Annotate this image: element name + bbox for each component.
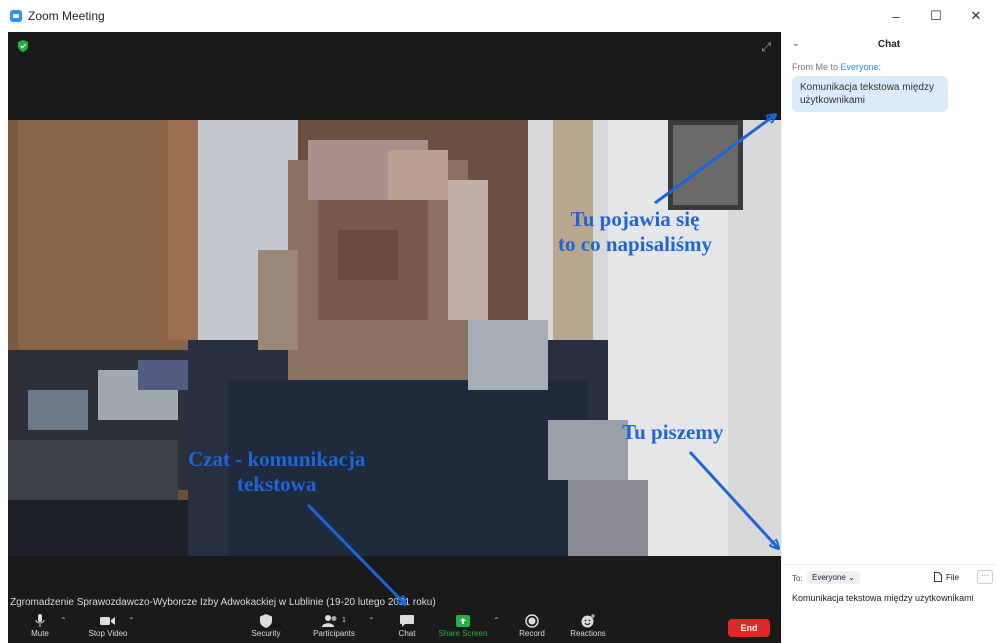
pixelated-video-frame (8, 120, 781, 556)
annotation-chat-explanation-line2: tekstowa (237, 472, 317, 497)
participants-icon: 1 (322, 612, 346, 629)
participants-options-chevron-icon[interactable]: ⌃ (368, 616, 375, 625)
from-suffix: : (878, 62, 882, 72)
chat-label: Chat (398, 629, 416, 638)
shield-icon (260, 612, 272, 629)
from-prefix: From Me to (792, 62, 841, 72)
recipient-value: Everyone (812, 573, 846, 582)
to-label: To: (792, 574, 803, 583)
from-recipient[interactable]: Everyone (841, 62, 879, 72)
chat-compose-area: To: Everyone ⌄ File ··· Komunikacja teks… (782, 564, 996, 603)
record-button[interactable]: Record (502, 612, 562, 643)
microphone-icon (35, 612, 45, 629)
minimize-button[interactable]: – (876, 0, 916, 32)
share-screen-icon (456, 612, 470, 629)
maximize-button[interactable]: ☐ (916, 0, 956, 32)
video-camera-icon (100, 612, 116, 629)
security-label: Security (251, 629, 281, 638)
zoom-logo-icon (10, 10, 22, 22)
window-controls: – ☐ ✕ (876, 0, 996, 32)
chevron-down-icon[interactable]: ⌄ (792, 38, 800, 49)
record-icon (525, 612, 539, 629)
recipient-row: To: Everyone ⌄ File ··· (782, 565, 996, 591)
participant-video (8, 120, 781, 556)
video-options-chevron-icon[interactable]: ⌃ (128, 616, 135, 625)
file-button[interactable]: File (934, 572, 959, 582)
meeting-topic: Zgromadzenie Sprawozdawczo-Wyborcze Izby… (10, 597, 436, 608)
recipient-select[interactable]: Everyone ⌄ (807, 571, 860, 584)
file-label: File (946, 572, 959, 582)
annotation-chat-explanation-line1: Czat - komunikacja (188, 447, 366, 471)
participants-label: Participants (313, 629, 355, 638)
chevron-down-icon: ⌄ (848, 573, 855, 582)
message-sender-line: From Me to Everyone: (792, 62, 996, 72)
reactions-smiley-icon (581, 612, 596, 629)
more-options-button[interactable]: ··· (977, 570, 993, 584)
chat-message-bubble: Komunikacja tekstowa między użytkownikam… (792, 76, 948, 112)
video-area: ⤢ Zgromadzenie Sprawozdawczo-Wyborcze Iz… (8, 32, 781, 612)
share-screen-label: Share Screen (438, 629, 488, 638)
annotation-type-here: Tu piszemy (622, 420, 724, 444)
annotation-chat-explanation: Czat - komunikacja tekstowa (188, 447, 365, 497)
share-screen-button[interactable]: Share Screen (433, 612, 493, 643)
audio-options-chevron-icon[interactable]: ⌃ (60, 616, 67, 625)
shield-icon[interactable] (18, 40, 28, 52)
share-options-chevron-icon[interactable]: ⌃ (493, 616, 500, 625)
end-meeting-button[interactable]: End (728, 619, 770, 637)
chat-header: ⌄ Chat (782, 32, 996, 56)
chat-button[interactable]: Chat (377, 612, 437, 643)
mute-label: Mute (31, 629, 49, 638)
fullscreen-icon[interactable]: ⤢ (761, 40, 771, 55)
reactions-button[interactable]: Reactions (558, 612, 618, 643)
annotation-chat-history-line1: Tu pojawia się (570, 207, 700, 231)
participants-count: 1 (342, 617, 346, 624)
participants-button[interactable]: 1 Participants (304, 612, 364, 643)
window-title: Zoom Meeting (28, 9, 105, 23)
annotation-chat-history-line2: to co napisaliśmy (558, 232, 713, 257)
file-icon (934, 572, 942, 582)
chat-title: Chat (877, 38, 901, 50)
stop-video-label: Stop Video (88, 629, 128, 638)
reactions-label: Reactions (570, 629, 606, 638)
chat-bubble-icon (400, 612, 414, 629)
title-bar: Zoom Meeting – ☐ ✕ (0, 0, 996, 32)
close-button[interactable]: ✕ (956, 0, 996, 32)
chat-message-input[interactable]: Komunikacja tekstowa między użytkownikam… (792, 593, 974, 603)
record-label: Record (519, 629, 545, 638)
chat-panel: ⌄ Chat From Me to Everyone: Komunikacja … (781, 32, 996, 643)
security-button[interactable]: Security (236, 612, 296, 643)
meeting-toolbar: Mute ⌃ Stop Video ⌃ Security 1 Participa… (8, 612, 781, 643)
annotation-chat-history: Tu pojawia się to co napisaliśmy (558, 207, 712, 257)
